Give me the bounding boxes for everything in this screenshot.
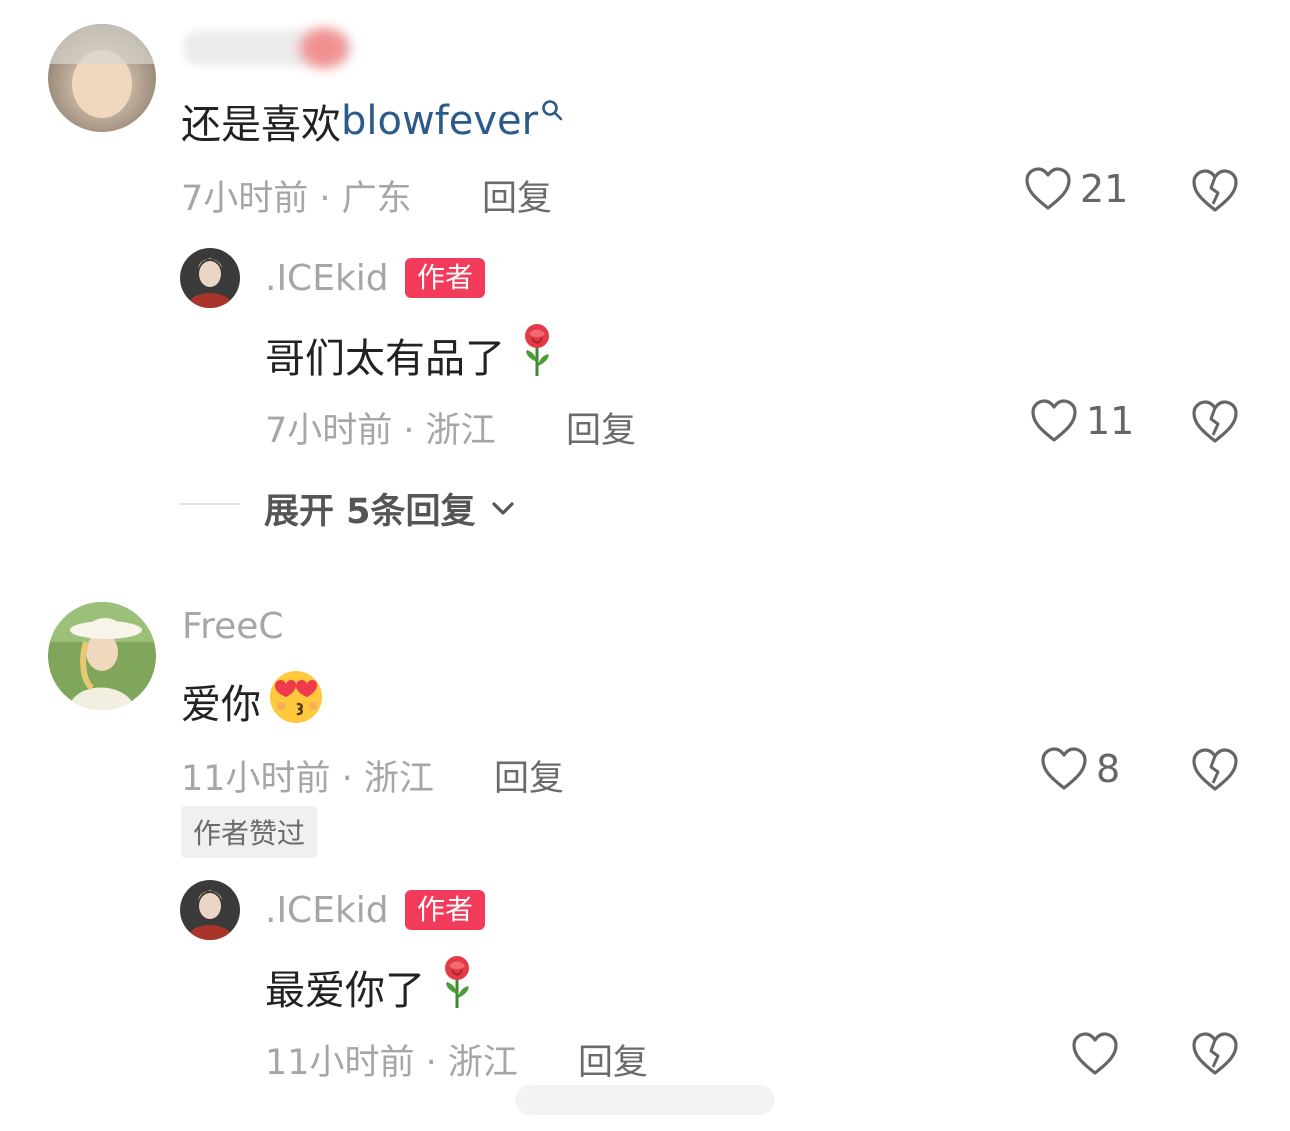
username[interactable]: FreeC [182,606,284,647]
username[interactable]: .ICEkid [265,258,389,299]
expand-replies-button[interactable]: 展开 5条回复 [264,483,516,534]
like-count: 21 [1080,167,1129,211]
comment-link[interactable]: blowfever [341,98,538,144]
expand-replies-label: 展开 5条回复 [264,492,476,532]
comment-text-body: 还是喜欢 [181,102,341,148]
reply-button[interactable]: 回复 [578,1034,648,1085]
chevron-down-icon [491,501,514,515]
reply-button[interactable]: 回复 [494,750,564,801]
reply-meta: 11小时前 · 浙江 [265,1043,518,1083]
broken-heart-icon[interactable] [1191,399,1239,445]
heart-icon [1041,747,1087,790]
reply-text: 哥们太有品了 [265,322,557,388]
author-badge: 作者 [405,890,486,930]
blurred-username-heart [300,28,348,68]
comment-text: 还是喜欢 blowfever [181,92,564,150]
rose-emoji [517,322,557,388]
avatar[interactable] [48,24,156,132]
comment-text-body: 爱你 [181,682,261,728]
username[interactable]: .ICEkid [265,890,389,931]
reply-button[interactable]: 回复 [482,170,552,221]
avatar[interactable] [180,880,240,940]
watermark [515,1085,775,1115]
broken-heart-icon[interactable] [1191,168,1239,214]
comment-meta: 7小时前 · 广东 [181,179,412,219]
heart-icon [1031,399,1077,442]
like-button[interactable]: 21 [1024,166,1128,212]
rose-emoji [437,954,477,1020]
reply-meta: 7小时前 · 浙江 [265,411,496,451]
kiss-emoji [267,668,325,734]
reply-text-body: 最爱你了 [265,968,425,1014]
heart-icon[interactable] [1071,1031,1119,1077]
broken-heart-icon[interactable] [1191,747,1239,793]
like-button[interactable]: 11 [1030,398,1134,444]
comment-text: 爱你 [181,668,325,734]
like-button[interactable]: 8 [1040,746,1120,792]
avatar[interactable] [180,248,240,308]
avatar[interactable] [48,602,156,710]
like-count: 8 [1096,747,1121,791]
reply-text-body: 哥们太有品了 [265,336,505,382]
reply-button[interactable]: 回复 [566,402,636,453]
heart-icon [1025,167,1071,210]
like-count: 11 [1086,399,1135,443]
reply-text: 最爱你了 [265,954,477,1020]
comment-meta: 11小时前 · 浙江 [181,759,434,799]
author-badge: 作者 [405,258,486,298]
author-liked-tag: 作者赞过 [181,806,318,858]
broken-heart-icon[interactable] [1191,1031,1239,1077]
search-icon[interactable] [540,98,564,122]
expand-divider [180,503,240,505]
